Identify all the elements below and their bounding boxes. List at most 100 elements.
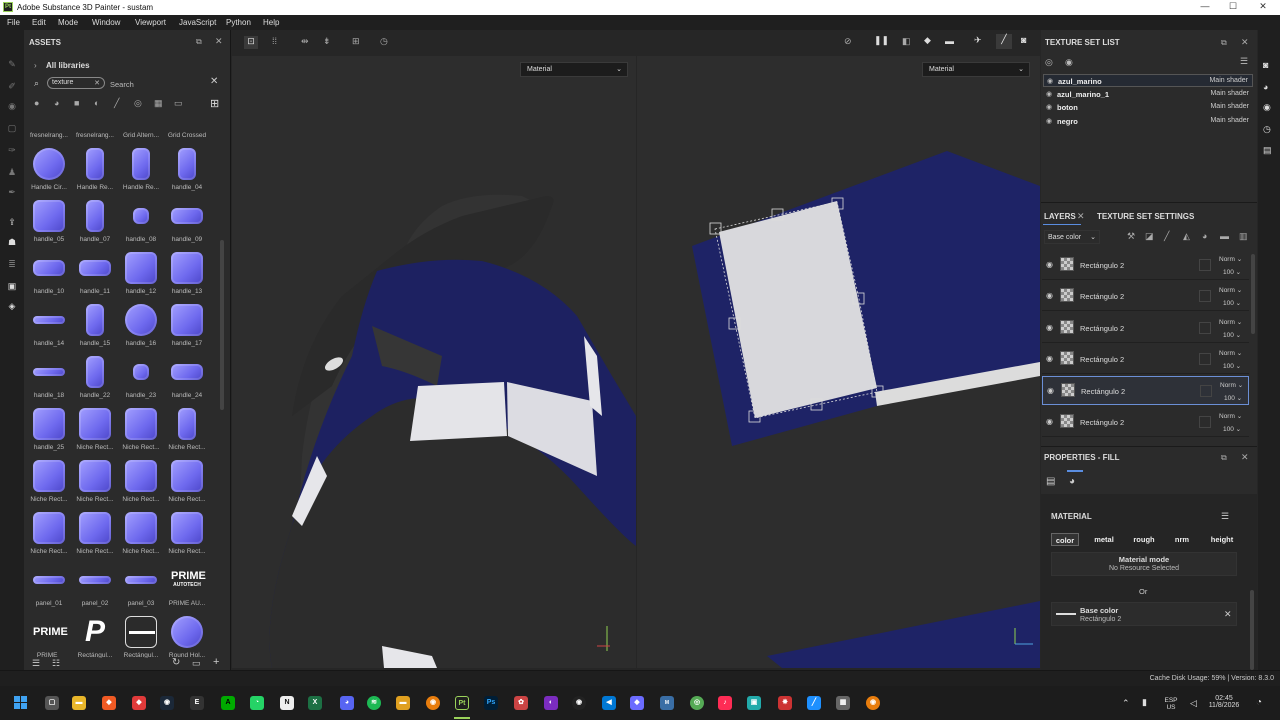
camera-icon[interactable]: ▬ <box>945 36 954 46</box>
tab-layers[interactable]: LAYERS <box>1044 212 1076 221</box>
excel-icon[interactable]: X <box>308 696 322 710</box>
layer-opacity[interactable]: 100 ⌄ <box>1223 331 1241 339</box>
asset-tile[interactable]: handle_05 <box>26 200 72 252</box>
smart-material-icon[interactable]: ◕ <box>1202 231 1207 241</box>
asset-tile[interactable]: Niche Rect... <box>118 512 164 564</box>
nvidia-icon[interactable]: A <box>221 696 235 710</box>
asset-tile[interactable]: Grid Altern... <box>118 118 164 148</box>
chevron-right-icon[interactable]: › <box>34 61 37 70</box>
material-mode-box[interactable]: Material mode No Resource Selected <box>1051 552 1237 576</box>
layer-name[interactable]: Rectángulo 2 <box>1080 261 1124 270</box>
asset-tile[interactable]: Niche Rect... <box>72 512 118 564</box>
bake-icon[interactable]: ✈ <box>974 35 982 46</box>
layers-stack-icon[interactable]: ≣ <box>7 260 17 269</box>
folder-icon[interactable]: ▭ <box>192 658 201 669</box>
eye-icon[interactable]: ◉ <box>1046 90 1052 98</box>
photoshop-icon[interactable]: Ps <box>484 696 498 710</box>
layer-row[interactable]: ◉ Rectángulo 2 Norm ⌄ 100 ⌄ <box>1042 313 1249 343</box>
clock[interactable]: 02:45 11/8/2026 <box>1204 695 1244 709</box>
layer-mask-slot[interactable] <box>1199 321 1211 334</box>
layer-mask-slot[interactable] <box>1200 385 1212 398</box>
shelf-icon[interactable]: ☗ <box>7 238 17 247</box>
minimize-button[interactable]: — <box>1190 1 1220 11</box>
asset-tile[interactable]: handle_10 <box>26 252 72 304</box>
language-indicator[interactable]: ESP US <box>1158 697 1184 711</box>
asset-tile[interactable]: panel_02 <box>72 564 118 616</box>
layer-row[interactable]: ◉ Rectángulo 2 Norm ⌄ 100 ⌄ <box>1042 407 1249 437</box>
windows-start-icon[interactable] <box>14 696 28 710</box>
blend-mode[interactable]: Norm ⌄ <box>1219 286 1242 294</box>
material-filter-icon[interactable]: ■ <box>74 98 79 108</box>
paint-layer-icon[interactable]: ╱ <box>1164 231 1169 242</box>
asset-tile[interactable]: Handle Re... <box>72 148 118 200</box>
channel-rough-chip[interactable]: rough <box>1129 533 1159 546</box>
layer-opacity[interactable]: 100 ⌄ <box>1224 394 1242 402</box>
layer-name[interactable]: Rectángulo 2 <box>1080 355 1124 364</box>
undock-icon[interactable]: ⧉ <box>1221 453 1227 463</box>
asset-tile[interactable]: Niche Rect... <box>164 408 210 460</box>
layer-name[interactable]: Rectángulo 2 <box>1080 324 1124 333</box>
asset-tile[interactable]: handle_13 <box>164 252 210 304</box>
davinci-icon[interactable]: ✿ <box>514 696 528 710</box>
visibility-icon[interactable]: ◎ <box>1045 57 1053 68</box>
folder-app-icon[interactable]: ▬ <box>396 696 410 710</box>
layer-row[interactable]: ◉ Rectángulo 2 Norm ⌄ 100 ⌄ <box>1042 344 1249 374</box>
particle-filter-icon[interactable]: ◎ <box>134 98 142 109</box>
shader-label[interactable]: Main shader <box>1209 77 1248 84</box>
close-panel-icon[interactable]: ✕ <box>215 36 223 47</box>
grid-dots-icon[interactable]: ⁞⁞ <box>272 36 277 46</box>
shader-label[interactable]: Main shader <box>1210 117 1249 124</box>
menu-window[interactable]: Window <box>92 18 120 27</box>
paint-brush-icon[interactable]: ✎ <box>7 60 17 69</box>
channel-color-chip[interactable]: color <box>1051 533 1079 546</box>
camera-settings-icon[interactable]: ◙ <box>1263 60 1268 70</box>
layer-opacity[interactable]: 100 ⌄ <box>1223 425 1241 433</box>
asset-tile[interactable]: Round Hol... <box>164 616 210 658</box>
layer-scrollbar[interactable] <box>1251 254 1255 334</box>
folder-icon[interactable]: ▬ <box>1220 231 1229 241</box>
shader-settings-icon[interactable]: ◉ <box>1263 102 1271 113</box>
search-input[interactable]: Search <box>110 80 134 89</box>
layer-name[interactable]: Rectángulo 2 <box>1081 387 1125 396</box>
asset-tile[interactable]: panel_03 <box>118 564 164 616</box>
eye-icon[interactable]: ◉ <box>1046 323 1053 332</box>
asset-tile[interactable]: Niche Rect... <box>26 512 72 564</box>
close-panel-icon[interactable]: ✕ <box>1241 37 1249 48</box>
asset-tile[interactable]: Niche Rect... <box>164 512 210 564</box>
asset-tile[interactable]: handle_08 <box>118 200 164 252</box>
lock-icon[interactable]: ▣ <box>7 282 17 291</box>
eye-icon[interactable]: ◉ <box>1065 57 1073 68</box>
eye-icon[interactable]: ◉ <box>1046 291 1053 300</box>
blend-mode[interactable]: Norm ⌄ <box>1219 318 1242 326</box>
vscode-icon[interactable]: ◀ <box>602 696 616 710</box>
asset-tile[interactable]: Rectángul... <box>118 616 164 658</box>
layer-mask-slot[interactable] <box>1199 415 1211 428</box>
menu-help[interactable]: Help <box>263 18 279 27</box>
asset-tile[interactable]: handle_16 <box>118 304 164 356</box>
mask-filter-icon[interactable]: ◐ <box>94 98 99 108</box>
history-icon[interactable]: ◷ <box>1263 124 1271 135</box>
app-purple-icon[interactable]: ◐ <box>544 696 558 710</box>
brave-beta-icon[interactable]: ◆ <box>132 696 146 710</box>
asset-tile[interactable]: Niche Rect... <box>72 408 118 460</box>
blend-mode[interactable]: Norm ⌄ <box>1220 381 1243 389</box>
layer-row[interactable]: ◉ Rectángulo 2 Norm ⌄ 100 ⌄ <box>1042 376 1249 406</box>
asset-tile[interactable]: fresnelrang... <box>72 118 118 148</box>
asset-tile[interactable]: Niche Rect... <box>118 408 164 460</box>
speaker-icon[interactable]: ◁ <box>1190 698 1197 709</box>
smudge-icon[interactable]: ✑ <box>7 146 17 155</box>
properties-scrollbar[interactable] <box>1250 590 1254 670</box>
clear-resource-icon[interactable]: ✕ <box>1224 609 1232 620</box>
media-app-icon[interactable]: M <box>660 696 674 710</box>
eye-icon[interactable]: ◉ <box>1046 117 1052 125</box>
layer-name[interactable]: Rectángulo 2 <box>1080 418 1124 427</box>
asset-tile[interactable]: handle_09 <box>164 200 210 252</box>
channel-metal-chip[interactable]: metal <box>1089 533 1119 546</box>
material-tab-icon[interactable]: ◕ <box>1069 476 1075 487</box>
asset-tile[interactable]: Niche Rect... <box>26 460 72 512</box>
chrome-icon[interactable]: ◎ <box>690 696 704 710</box>
eye-icon[interactable]: ◉ <box>1046 354 1053 363</box>
blend-mode[interactable]: Norm ⌄ <box>1219 412 1242 420</box>
texture-set-row[interactable]: ◉ negro Main shader <box>1043 115 1253 128</box>
asset-tile[interactable]: Handle Cir... <box>26 148 72 200</box>
